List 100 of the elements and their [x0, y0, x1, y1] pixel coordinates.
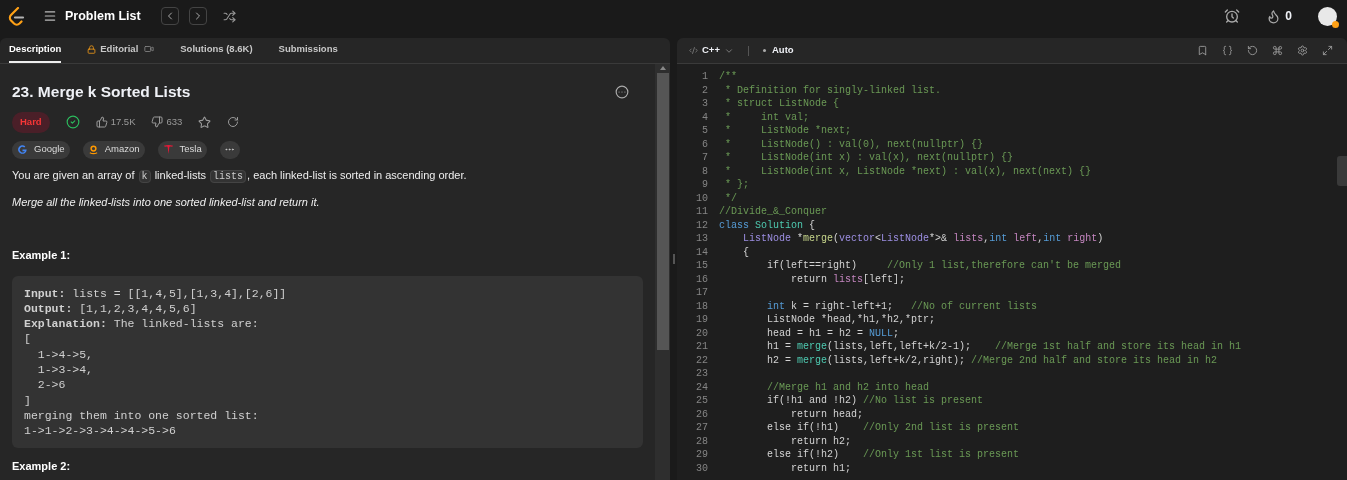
scrollbar[interactable]: [655, 64, 670, 480]
video-icon: [144, 44, 155, 54]
code-icon: [689, 46, 698, 55]
line-number: 19: [695, 313, 708, 327]
shortcuts-icon[interactable]: [1272, 45, 1283, 56]
next-button[interactable]: [188, 7, 207, 25]
tesla-logo-icon: [162, 144, 174, 155]
previous-button[interactable]: [160, 7, 179, 25]
bookmark-icon[interactable]: [1197, 45, 1208, 56]
instruction-text: Merge all the linked-lists into one sorted linked-list and return it.: [12, 194, 321, 210]
problem-description: You are given an array of k linked-lists lists , each linked-list is sorted in ascending order.: [12, 167, 468, 184]
line-number: 18: [695, 299, 708, 313]
code-line: return head;: [790, 407, 864, 421]
difficulty-badge: Hard: [12, 112, 50, 133]
scroll-up-arrow-icon[interactable]: [659, 66, 666, 70]
more-tags-button[interactable]: [219, 140, 240, 159]
logo-icon[interactable]: [8, 6, 25, 26]
code-line: * ListNode(int x, ListNode *next) : val(x), next(next) {}: [724, 164, 1092, 178]
code-line: //Merge h1 and h2 into head: [766, 380, 930, 394]
line-number: 13: [695, 232, 708, 246]
line-number: 15: [695, 259, 708, 273]
code-line: return lists[left];: [790, 272, 906, 286]
code-line: * };: [724, 178, 749, 192]
company-tag[interactable]: Tesla: [157, 140, 207, 159]
line-number: 17: [695, 286, 708, 300]
tab[interactable]: Editorial: [87, 38, 155, 63]
reset-icon[interactable]: [1247, 45, 1258, 56]
line-number: 4: [701, 110, 708, 124]
line-number: 28: [695, 434, 708, 448]
line-number: 2: [701, 83, 708, 97]
code-line: {: [742, 245, 749, 259]
code-line: */: [724, 191, 737, 205]
company-tag[interactable]: Amazon: [82, 140, 145, 159]
code-line: return h2;: [790, 434, 852, 448]
line-number: 20: [695, 326, 708, 340]
shuffle-icon[interactable]: [222, 9, 236, 23]
star-icon[interactable]: [198, 115, 212, 129]
line-number: 14: [695, 245, 708, 259]
example-heading: Example 2:: [12, 459, 72, 475]
amazon-logo-icon: [87, 144, 99, 155]
language-select[interactable]: C++: [689, 43, 734, 58]
resize-handle[interactable]: [672, 254, 675, 264]
line-number: 5: [701, 124, 708, 138]
tab[interactable]: Description: [9, 38, 62, 63]
code-line: class Solution {: [719, 218, 816, 232]
code-line: //Divide_&_Conquer: [719, 205, 828, 219]
line-number: 22: [695, 353, 708, 367]
avatar[interactable]: [1318, 6, 1337, 26]
problem-title: 23. Merge k Sorted Lists: [12, 82, 191, 102]
line-number: 3: [701, 97, 708, 111]
code-line: * ListNode(int x) : val(x), next(nullptr) {}: [724, 151, 1014, 165]
list-icon: [43, 9, 57, 23]
lock-icon: [87, 44, 97, 54]
auto-mode-button[interactable]: Auto: [762, 43, 794, 58]
line-number: 6: [701, 137, 708, 151]
line-number: 26: [695, 407, 708, 421]
streak-count: 0: [1285, 8, 1292, 25]
code-line: else if(!h2) //Only 1st list is present: [766, 448, 1020, 462]
line-number: 27: [695, 421, 708, 435]
code-line: * ListNode *next;: [724, 124, 852, 138]
code-line: head = h1 = h2 = NULL;: [766, 326, 900, 340]
format-icon[interactable]: [1222, 45, 1233, 56]
line-number: 11: [695, 205, 708, 219]
expand-icon[interactable]: [1322, 45, 1333, 56]
code-line: if(!h1 and !h2) //No list is present: [766, 394, 984, 408]
company-tag[interactable]: Google: [12, 140, 70, 159]
code-line: if(left==right) //Only 1 list,therefore can't be merged: [766, 259, 1122, 273]
settings-icon[interactable]: [1297, 45, 1308, 56]
code-line: /**: [719, 70, 737, 84]
code-line: ListNode *head,*h1,*h2,*ptr;: [766, 313, 936, 327]
line-number: 16: [695, 272, 708, 286]
line-number: 30: [695, 461, 708, 475]
line-number: 24: [695, 380, 708, 394]
line-number: 7: [701, 151, 708, 165]
line-number: 8: [701, 164, 708, 178]
line-number: 23: [695, 367, 708, 381]
tab[interactable]: Submissions: [278, 38, 338, 63]
thumbs-down-icon: [151, 116, 164, 129]
code-line: h1 = merge(lists,left,left+k/2-1); //Merge 1st half and store its head in h1: [766, 340, 1242, 354]
line-number: 10: [695, 191, 708, 205]
code-line: else if(!h1) //Only 2nd list is present: [766, 421, 1020, 435]
like-button[interactable]: 17.5K: [95, 115, 136, 130]
dislike-button[interactable]: 633: [151, 115, 183, 130]
example-block: Input: lists = [[1,4,5],[1,3,4],[2,6]] Output: [1,1,2,3,4,4,5,6] Explanation: The linked-lists are: [ 1->4->5, 1->3->4, 2->6 ] merging them into one sorted list: 1->1->2->3->4->4->5->6: [12, 275, 643, 449]
tab[interactable]: Solutions (8.6K): [180, 38, 253, 63]
problem-list-button[interactable]: Problem List: [43, 6, 141, 26]
code-line: int k = right-left+1; //No of current lists: [766, 299, 1038, 313]
code-line: * int val;: [724, 110, 809, 124]
timer-icon[interactable]: [1224, 8, 1241, 24]
code-line: * Definition for singly-linked list.: [724, 83, 942, 97]
google-logo-icon: [17, 144, 28, 155]
line-number: 21: [695, 340, 708, 354]
line-number: 12: [695, 218, 708, 232]
code-line: ListNode *merge(vector<ListNode*>& lists,int left,int right): [742, 232, 1104, 246]
code-line: * ListNode() : val(0), next(nullptr) {}: [724, 137, 984, 151]
code-line: return h1;: [790, 461, 852, 475]
line-number: 25: [695, 394, 708, 408]
more-icon[interactable]: [615, 84, 629, 99]
code-line: h2 = merge(lists,left+k/2,right); //Merge 2nd half and store its head in h2: [766, 353, 1218, 367]
thumbs-up-icon: [95, 116, 108, 129]
